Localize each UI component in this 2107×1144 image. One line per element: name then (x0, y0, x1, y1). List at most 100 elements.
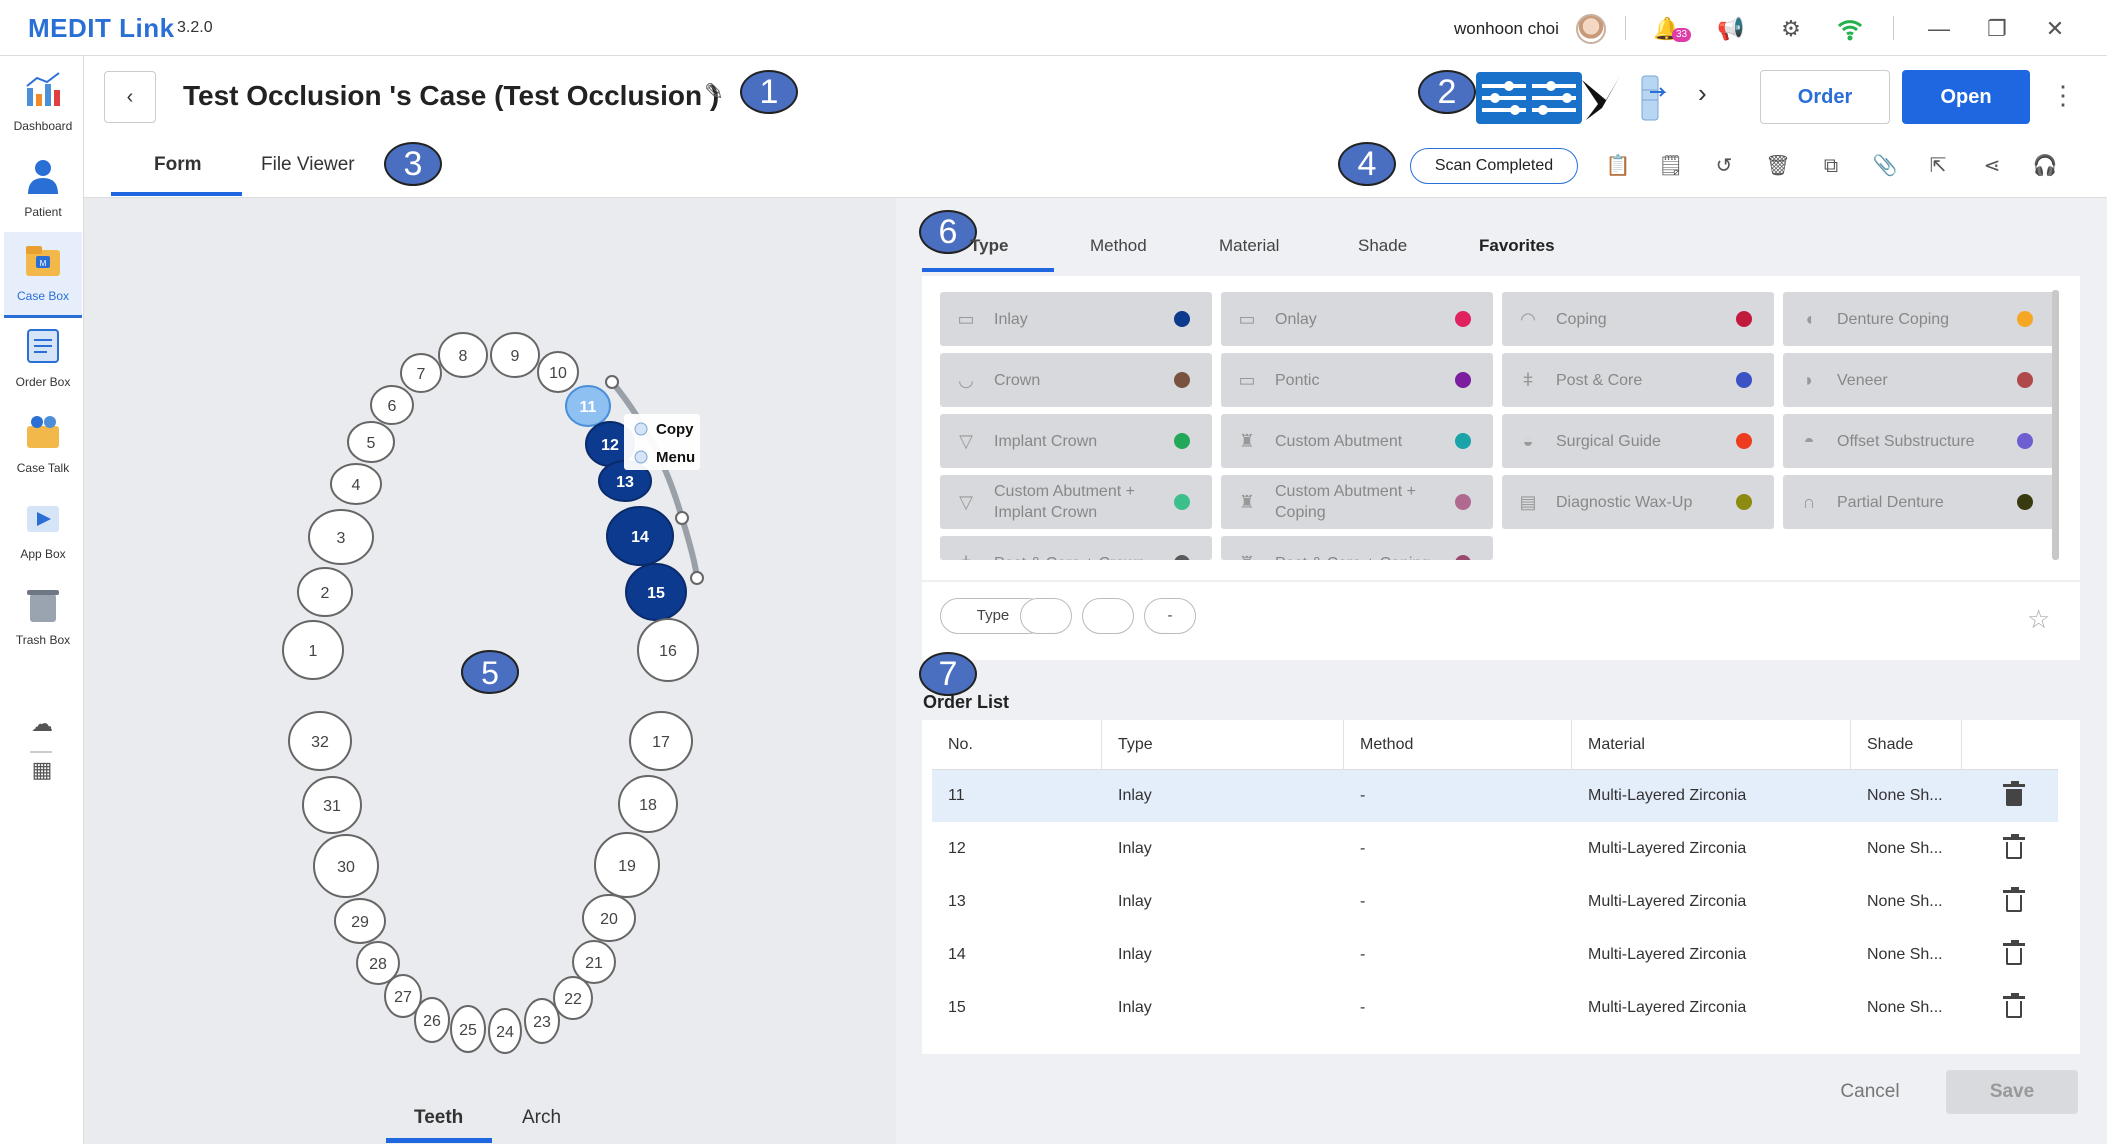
tooth-4[interactable]: 4 (330, 463, 382, 505)
app-tool-sliders-a-icon[interactable] (1476, 72, 1532, 124)
type-option-post-core[interactable]: ǂ Post & Core (1502, 353, 1774, 407)
tooth-5[interactable]: 5 (347, 421, 395, 463)
tab-material[interactable]: Material (1219, 236, 1279, 256)
tooth-28[interactable]: 28 (356, 941, 400, 985)
connector-handle[interactable] (605, 375, 619, 389)
tooth-23[interactable]: 23 (524, 998, 560, 1044)
tooth-32[interactable]: 32 (288, 711, 352, 771)
user-name[interactable]: wonhoon choi (1454, 19, 1559, 39)
app-tool-sliders-b-icon[interactable] (1526, 72, 1582, 124)
tab-type[interactable]: Type (970, 236, 1008, 256)
order-button[interactable]: Order (1760, 70, 1890, 124)
tooth-31[interactable]: 31 (302, 776, 362, 834)
delete-row-icon[interactable] (2003, 940, 2025, 965)
tooth-1[interactable]: 1 (282, 620, 344, 680)
app-tool-pen-icon[interactable] (1576, 70, 1626, 126)
tooth-25[interactable]: 25 (450, 1005, 486, 1053)
table-row[interactable]: 11 Inlay - Multi-Layered Zirconia None Sh... (932, 770, 2058, 822)
chip-shade[interactable]: - (1144, 598, 1196, 634)
tooth-2[interactable]: 2 (297, 567, 353, 617)
tab-shade[interactable]: Shade (1358, 236, 1407, 256)
table-row[interactable]: 15 Inlay - Multi-Layered Zirconia None Sh... (932, 982, 2058, 1034)
type-option-coping[interactable]: ◠ Coping (1502, 292, 1774, 346)
history-icon[interactable]: ↺ (1710, 152, 1738, 180)
more-menu-icon[interactable]: ⋮ (2050, 80, 2076, 111)
chip-method[interactable] (1020, 598, 1072, 634)
teeth-chart[interactable]: 12345678 91011121314151617181920212223242… (0, 0, 900, 1144)
type-option-onlay[interactable]: ▭ Onlay (1221, 292, 1493, 346)
type-option-surgical-guide[interactable]: ◒ Surgical Guide (1502, 414, 1774, 468)
status-badge[interactable]: Scan Completed (1410, 148, 1578, 184)
connector-handle[interactable] (675, 511, 689, 525)
type-option-pontic[interactable]: ▭ Pontic (1221, 353, 1493, 407)
type-option-denture-coping[interactable]: ◖ Denture Coping (1783, 292, 2055, 346)
open-button[interactable]: Open (1902, 70, 2030, 124)
close-icon[interactable]: ✕ (2040, 14, 2070, 44)
tooth-6[interactable]: 6 (370, 385, 414, 425)
delete-row-icon[interactable] (2003, 993, 2025, 1018)
tooth-10[interactable]: 10 (537, 351, 579, 393)
connector-handle[interactable] (690, 571, 704, 585)
tooth-19[interactable]: 19 (594, 832, 660, 898)
tooth-21[interactable]: 21 (572, 940, 616, 984)
clipboard-icon[interactable]: 📋 (1604, 152, 1632, 180)
tooth-22[interactable]: 22 (553, 976, 593, 1020)
restore-icon[interactable]: ❐ (1982, 14, 2012, 44)
favorite-star-icon[interactable]: ☆ (2027, 604, 2050, 635)
delete-row-icon[interactable] (2003, 781, 2025, 806)
tooth-18[interactable]: 18 (618, 775, 678, 833)
tooth-9[interactable]: 9 (490, 332, 540, 378)
tab-method[interactable]: Method (1090, 236, 1147, 256)
context-copy[interactable]: Copy (656, 421, 694, 438)
type-option-offset-substructure[interactable]: ◓ Offset Substructure (1783, 414, 2055, 468)
context-menu[interactable]: Menu (656, 449, 695, 466)
table-row[interactable]: 14 Inlay - Multi-Layered Zirconia None Sh... (932, 929, 2058, 981)
app-tool-implant-icon[interactable] (1630, 70, 1670, 126)
attachment-icon[interactable]: 📎 (1871, 152, 1899, 180)
gear-icon[interactable]: ⚙ (1776, 14, 1806, 44)
tooth-17[interactable]: 17 (629, 711, 693, 771)
type-option-post-core-crown[interactable]: ǂ Post & Core + Crown (940, 536, 1212, 560)
copy-icon[interactable]: ⧉ (1817, 152, 1845, 180)
memo-icon[interactable]: 🗒 (1657, 152, 1685, 180)
tooth-27[interactable]: 27 (384, 974, 422, 1018)
tooth-7[interactable]: 7 (400, 353, 442, 393)
tooth-3[interactable]: 3 (308, 509, 374, 565)
tab-teeth[interactable]: Teeth (414, 1107, 463, 1129)
type-option-custom-abutment[interactable]: ♜ Custom Abutment (1221, 414, 1493, 468)
megaphone-icon[interactable]: 📢 (1716, 14, 1746, 44)
tooth-14[interactable]: 14 (606, 506, 674, 566)
tooth-11[interactable]: 11 (565, 385, 611, 427)
delete-row-icon[interactable] (2003, 834, 2025, 859)
type-option-implant-crown[interactable]: ▽ Implant Crown (940, 414, 1212, 468)
type-option-inlay[interactable]: ▭ Inlay (940, 292, 1212, 346)
cancel-button[interactable]: Cancel (1810, 1070, 1930, 1114)
type-option-veneer[interactable]: ◗ Veneer (1783, 353, 2055, 407)
support-headset-icon[interactable]: 🎧 (2031, 152, 2059, 180)
chip-material[interactable] (1082, 598, 1134, 634)
table-row[interactable]: 12 Inlay - Multi-Layered Zirconia None Sh... (932, 823, 2058, 875)
tooth-20[interactable]: 20 (582, 894, 636, 942)
external-link-icon[interactable]: ⇱ (1924, 152, 1952, 180)
tooth-15[interactable]: 15 (625, 563, 687, 621)
minimize-icon[interactable]: — (1924, 14, 1954, 44)
type-option-diagnostic-wax-up[interactable]: ▤ Diagnostic Wax-Up (1502, 475, 1774, 529)
type-option-custom-abutment-implant-crown[interactable]: ▽ Custom Abutment + Implant Crown (940, 475, 1212, 529)
delete-icon[interactable]: 🗑 (1764, 152, 1792, 180)
type-option-crown[interactable]: ◡ Crown (940, 353, 1212, 407)
tooth-16[interactable]: 16 (637, 618, 699, 682)
type-option-post-core-coping[interactable]: ♜ Post & Core + Coping (1221, 536, 1493, 560)
avatar[interactable] (1576, 14, 1606, 44)
tooth-24[interactable]: 24 (488, 1008, 522, 1054)
chevron-right-icon[interactable]: › (1698, 78, 1707, 109)
type-option-partial-denture[interactable]: ∩ Partial Denture (1783, 475, 2055, 529)
delete-row-icon[interactable] (2003, 887, 2025, 912)
tab-arch[interactable]: Arch (522, 1107, 561, 1129)
tooth-8[interactable]: 8 (438, 332, 488, 378)
type-option-custom-abutment-coping[interactable]: ♜ Custom Abutment + Coping (1221, 475, 1493, 529)
table-row[interactable]: 13 Inlay - Multi-Layered Zirconia None Sh... (932, 876, 2058, 928)
tooth-30[interactable]: 30 (313, 834, 379, 898)
scrollbar[interactable] (2052, 290, 2059, 560)
share-icon[interactable]: ⋖ (1978, 152, 2006, 180)
tab-favorites[interactable]: Favorites (1479, 236, 1555, 256)
